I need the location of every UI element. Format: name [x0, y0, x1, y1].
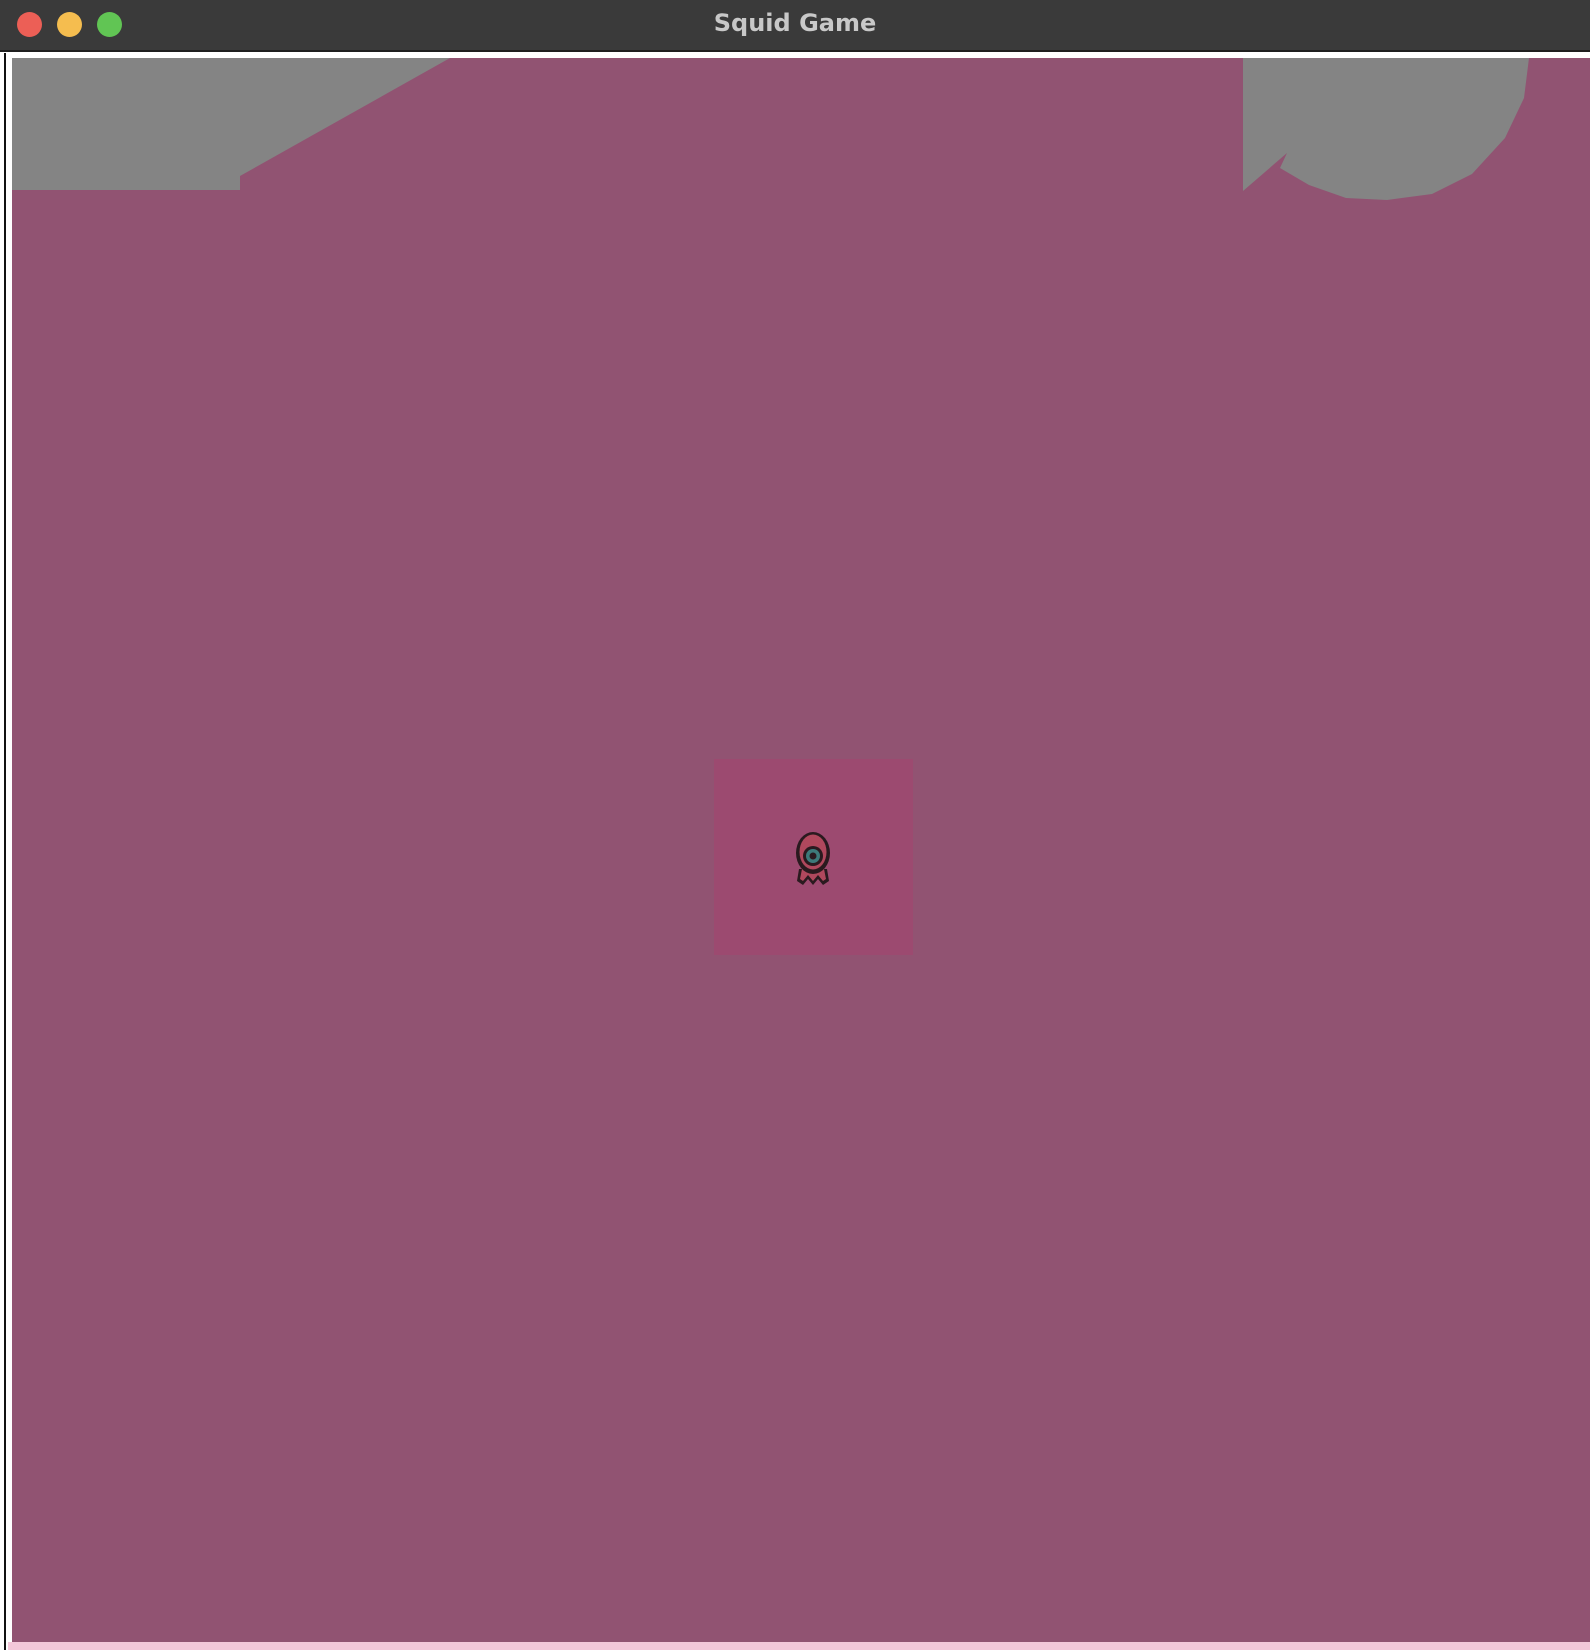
player-character[interactable] [796, 832, 830, 885]
window-title: Squid Game [713, 9, 877, 37]
player-mask-circle-center [809, 852, 817, 860]
game-canvas[interactable] [12, 58, 1590, 1642]
window-bottom-edge [8, 1642, 1590, 1650]
game-window: Squid Game [0, 0, 1590, 1650]
title-bar[interactable]: Squid Game [0, 0, 1590, 52]
